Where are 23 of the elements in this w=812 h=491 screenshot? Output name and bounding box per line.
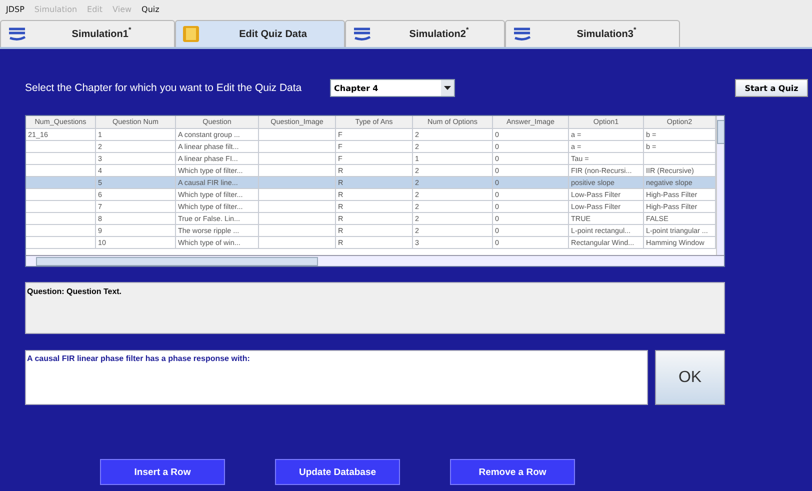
folder-icon [182, 25, 200, 43]
tab-label: Simulation3 [576, 28, 634, 40]
jdsp-logo-icon [352, 27, 372, 41]
question-label: Question: Question Text. [27, 287, 122, 296]
menu-item[interactable]: JDSP [6, 5, 24, 14]
action-button[interactable]: Update Database [275, 459, 400, 485]
tab-label: Simulation1 [72, 28, 128, 40]
tab-label: Simulation2 [409, 28, 466, 40]
jdsp-logo-icon [7, 27, 27, 41]
jdsp-logo-icon [512, 27, 532, 41]
tab-label: Edit Quiz Data [239, 28, 307, 40]
start-quiz-button[interactable]: Start a Quiz [735, 79, 808, 97]
ok-button[interactable]: OK [655, 350, 725, 405]
tab[interactable]: Edit Quiz Data [175, 20, 345, 47]
dropdown-arrow-icon [444, 86, 451, 90]
action-button[interactable]: Insert a Row [100, 459, 225, 485]
vertical-scrollbar[interactable] [716, 116, 724, 255]
horizontal-scrollbar[interactable] [26, 255, 724, 266]
menu-item[interactable]: Quiz [142, 5, 160, 14]
chapter-prompt: Select the Chapter for which you want to Edit the Quiz Data [25, 82, 303, 94]
action-button[interactable]: Remove a Row [450, 459, 575, 485]
answer-text-area[interactable]: A causal FIR linear phase filter has a phase response with: [25, 350, 648, 405]
chapter-dropdown[interactable]: Chapter 4 [330, 79, 455, 97]
